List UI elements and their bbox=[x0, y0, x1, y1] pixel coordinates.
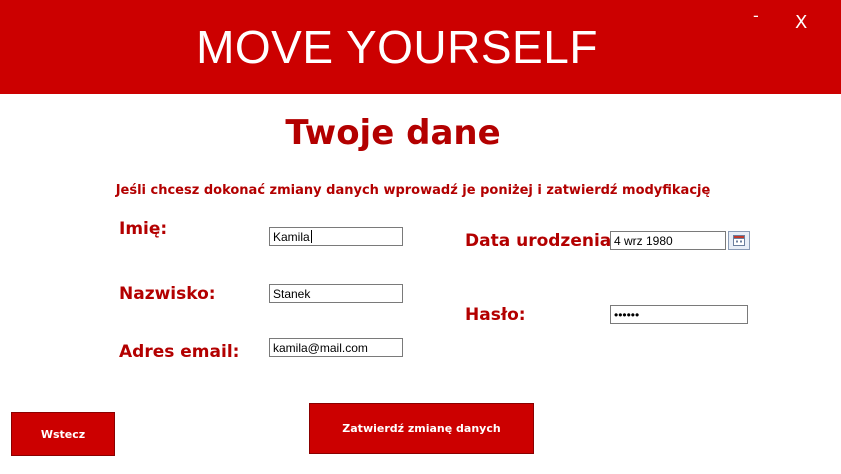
first-name-label: Imię: bbox=[119, 219, 168, 239]
minimize-button[interactable]: - bbox=[753, 6, 759, 25]
header-banner: MOVE YOURSELF - X bbox=[0, 0, 841, 94]
last-name-field[interactable]: Stanek bbox=[269, 284, 403, 303]
first-name-value: Kamila bbox=[273, 230, 310, 244]
password-label: Hasło: bbox=[465, 305, 526, 325]
last-name-label: Nazwisko: bbox=[119, 284, 216, 304]
back-button[interactable]: Wstecz bbox=[11, 412, 115, 456]
page-title: Twoje dane bbox=[285, 113, 501, 153]
birthdate-label: Data urodzenia: bbox=[465, 231, 619, 251]
instruction-text: Jeśli chcesz dokonać zmiany danych wprow… bbox=[115, 183, 711, 198]
close-button[interactable]: X bbox=[795, 12, 807, 33]
calendar-icon bbox=[733, 235, 745, 246]
email-label: Adres email: bbox=[119, 342, 240, 362]
calendar-button[interactable] bbox=[728, 231, 750, 250]
text-caret bbox=[310, 230, 312, 243]
submit-changes-button[interactable]: Zatwierdź zmianę danych bbox=[309, 403, 534, 454]
email-field[interactable]: kamila@mail.com bbox=[269, 338, 403, 357]
password-field[interactable]: •••••• bbox=[610, 305, 748, 324]
app-title: MOVE YOURSELF bbox=[196, 21, 598, 73]
birthdate-picker[interactable]: 4 wrz 1980 bbox=[610, 231, 726, 250]
first-name-field[interactable]: Kamila bbox=[269, 227, 403, 246]
